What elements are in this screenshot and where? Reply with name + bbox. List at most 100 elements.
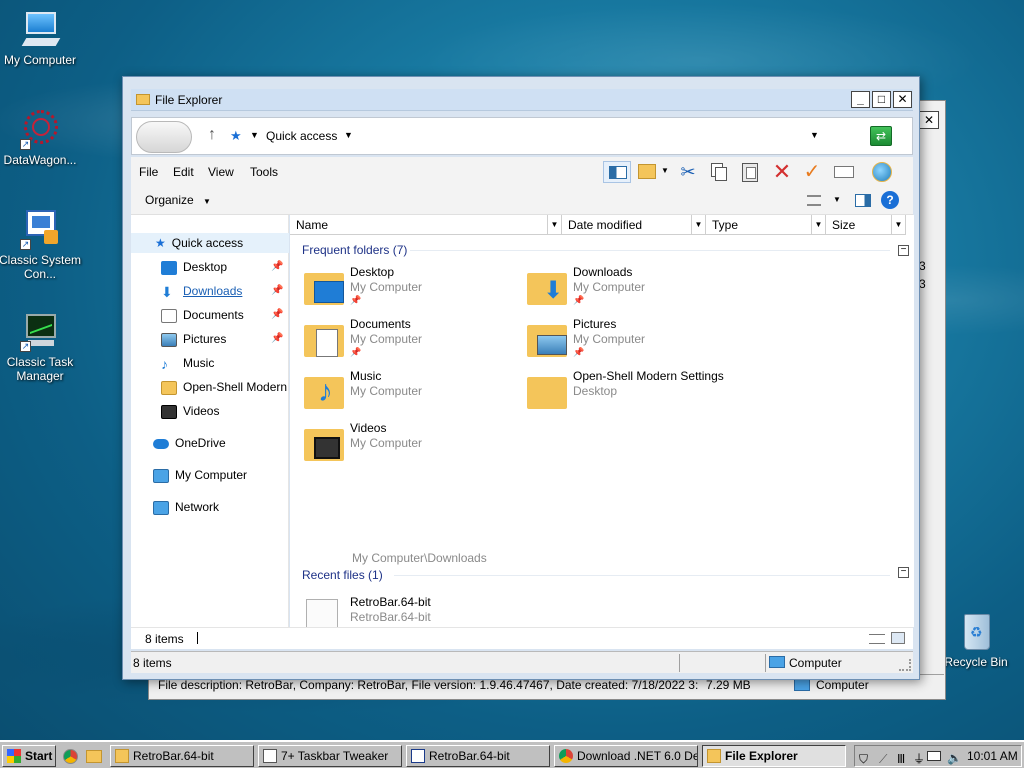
column-header-name[interactable]: Name ▼	[290, 215, 562, 235]
paste-icon[interactable]	[739, 161, 761, 183]
nav-item-music[interactable]: ♪ Music	[161, 353, 214, 373]
taskbar: Start RetroBar.64-bit 7+ Taskbar Tweaker…	[0, 740, 1024, 768]
clock[interactable]: 10:01 AM	[967, 746, 1018, 766]
chevron-down-icon[interactable]: ▼	[547, 215, 561, 234]
nav-item-desktop[interactable]: Desktop	[161, 257, 227, 277]
folder-options-dropdown-icon[interactable]: ▼	[661, 166, 669, 175]
file-explorer-quick-launch-icon[interactable]	[86, 750, 102, 763]
folder-tile-open-shell-modern-settings[interactable]: Open-Shell Modern Settings Desktop	[527, 369, 807, 417]
desktop-icon-classic-system-control[interactable]: ↗ Classic System Con...	[0, 210, 82, 281]
collapse-recent-button[interactable]: −	[898, 567, 909, 578]
chevron-down-icon[interactable]: ▼	[891, 215, 905, 234]
network-icon[interactable]	[927, 751, 941, 761]
usb-icon[interactable]: ⏚	[913, 749, 925, 768]
navigation-pane-icon[interactable]	[603, 161, 631, 183]
menu-edit[interactable]: Edit	[173, 165, 194, 179]
desktop-icon-my-computer[interactable]: My Computer	[0, 10, 82, 67]
breadcrumb-dropdown-icon[interactable]: ▼	[250, 130, 259, 140]
chrome-icon[interactable]	[63, 749, 78, 764]
column-header-type[interactable]: Type ▼	[706, 215, 826, 235]
folder-tile-desktop[interactable]: Desktop My Computer 📌	[304, 265, 524, 313]
folder-icon	[115, 749, 129, 763]
folder-tile-documents[interactable]: Documents My Computer 📌	[304, 317, 524, 365]
command-bar: Organize ▼ ▼ ?	[131, 187, 913, 215]
view-options-dropdown-icon[interactable]: ▼	[833, 195, 841, 204]
chevron-down-icon[interactable]: ▼	[691, 215, 705, 234]
copy-icon[interactable]	[707, 161, 729, 183]
folder-tile-downloads[interactable]: ⬇ Downloads My Computer 📌	[527, 265, 747, 313]
desktop-icon-classic-task-manager[interactable]: ↗ Classic Task Manager	[0, 312, 82, 383]
taskbar-button-label: RetroBar.64-bit	[133, 749, 214, 763]
folder-icon	[304, 319, 344, 357]
taskbar-button-retrobar-folder[interactable]: RetroBar.64-bit	[110, 745, 254, 767]
navigation-pane: ★ Quick access Desktop 📌 ⬇ Downloads 📌 Doc…	[131, 215, 289, 627]
taskbar-button-file-explorer[interactable]: File Explorer	[702, 745, 846, 767]
tweaker-tray-icon[interactable]: Ⅲ	[897, 749, 905, 768]
preview-pane-icon[interactable]	[855, 194, 871, 207]
maximize-button[interactable]: □	[872, 91, 891, 108]
menu-file[interactable]: File	[139, 165, 158, 179]
quick-access-star-icon: ★	[230, 128, 242, 143]
volume-icon[interactable]: 🔈	[947, 748, 962, 768]
refresh-go-icon[interactable]: ⇄	[870, 126, 892, 146]
background-close-button[interactable]: ✕	[919, 111, 939, 129]
nav-item-videos[interactable]: Videos	[161, 401, 219, 421]
taskbar-button-chrome-download[interactable]: Download .NET 6.0 De...	[554, 745, 698, 767]
security-shield-icon[interactable]: ⛉	[859, 749, 868, 768]
folder-name: Desktop	[350, 265, 395, 279]
group-header-frequent[interactable]: Frequent folders (7)	[302, 243, 407, 257]
menu-view[interactable]: View	[208, 165, 234, 179]
nav-item-downloads[interactable]: ⬇ Downloads	[161, 281, 242, 301]
column-header-date-modified[interactable]: Date modified ▼	[562, 215, 706, 235]
folder-tile-pictures[interactable]: Pictures My Computer 📌	[527, 317, 747, 365]
network-disconnected-icon[interactable]: ⟋	[879, 749, 887, 768]
email-icon[interactable]	[833, 161, 855, 183]
organize-button[interactable]: Organize ▼	[145, 193, 211, 207]
nav-item-pictures[interactable]: Pictures	[161, 329, 226, 349]
content-pane[interactable]: Name ▼ Date modified ▼ Type ▼ Size ▼ Fre…	[290, 215, 914, 641]
folder-options-icon[interactable]	[637, 161, 659, 183]
desktop-icon-datawagon[interactable]: ↗ DataWagon...	[0, 110, 82, 167]
quick-access-star-icon: ★	[155, 236, 166, 250]
address-bar[interactable]: ↑ ★ ▼ Quick access ▼ ▼ ⇄	[131, 117, 913, 155]
title-bar[interactable]: File Explorer _ □ ✕	[131, 89, 913, 111]
nav-quick-access[interactable]: ★ Quick access	[131, 233, 289, 253]
inner-status-bar: 8 items	[131, 627, 913, 649]
details-view-icon[interactable]	[869, 634, 885, 644]
properties-check-icon[interactable]: ✓	[801, 161, 823, 183]
change-view-icon[interactable]	[807, 195, 821, 206]
address-history-dropdown-icon[interactable]: ▼	[810, 130, 819, 140]
file-explorer-window[interactable]: File Explorer _ □ ✕ ↑ ★ ▼ Quick access ▼…	[122, 76, 920, 680]
nav-network[interactable]: Network	[153, 497, 219, 517]
back-forward-buttons[interactable]	[136, 121, 192, 153]
quick-access-dropdown-icon[interactable]: ▼	[344, 130, 353, 140]
address-input[interactable]: ★ ▼ Quick access ▼ ▼	[228, 125, 822, 149]
cut-icon[interactable]: ✂	[677, 161, 699, 183]
group-header-recent[interactable]: Recent files (1)	[302, 568, 383, 582]
nav-onedrive[interactable]: OneDrive	[153, 433, 226, 453]
help-icon[interactable]: ?	[881, 191, 899, 209]
collapse-frequent-button[interactable]: −	[898, 245, 909, 256]
open-shell-icon[interactable]	[871, 161, 893, 183]
nav-item-open-shell-modern-settings[interactable]: Open-Shell Modern Settings	[161, 377, 289, 397]
tiles-view-icon[interactable]	[891, 632, 905, 644]
minimize-button[interactable]: _	[851, 91, 870, 108]
pin-icon: 📌	[271, 285, 284, 296]
nav-my-computer[interactable]: My Computer	[153, 465, 247, 485]
folder-tile-music[interactable]: ♪ Music My Computer	[304, 369, 524, 417]
start-button[interactable]: Start	[2, 745, 56, 767]
chevron-down-icon[interactable]: ▼	[811, 215, 825, 234]
desktop-icon-recycle-bin[interactable]: ♻ Recycle Bin	[934, 612, 1018, 669]
pin-icon: 📌	[350, 295, 362, 305]
close-button[interactable]: ✕	[893, 91, 912, 108]
nav-item-documents[interactable]: Documents	[161, 305, 244, 325]
background-edge-value: 3	[919, 259, 926, 273]
up-arrow-icon[interactable]: ↑	[208, 126, 216, 144]
resize-grip-icon[interactable]	[899, 659, 911, 671]
taskbar-button-7-taskbar-tweaker[interactable]: 7+ Taskbar Tweaker	[258, 745, 402, 767]
menu-tools[interactable]: Tools	[250, 165, 278, 179]
column-header-size[interactable]: Size ▼	[826, 215, 906, 235]
delete-icon[interactable]: ✕	[771, 161, 793, 183]
folder-tile-videos[interactable]: Videos My Computer	[304, 421, 524, 469]
taskbar-button-retrobar-app[interactable]: RetroBar.64-bit	[406, 745, 550, 767]
